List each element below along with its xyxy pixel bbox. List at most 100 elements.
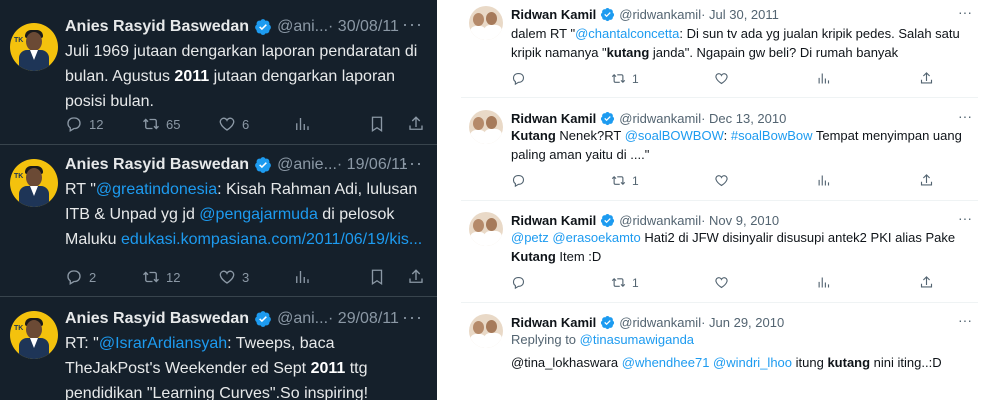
tweet-text-segment: RT: " bbox=[65, 335, 99, 352]
replying-to-link[interactable]: @tinasumawiganda bbox=[580, 332, 694, 347]
reply-button[interactable]: 2 bbox=[65, 268, 96, 286]
bookmark-button[interactable] bbox=[368, 115, 392, 133]
tweet-date[interactable]: · Dec 13, 2010 bbox=[701, 111, 786, 126]
views-button[interactable] bbox=[816, 173, 837, 188]
tweet-date[interactable]: · 30/08/11 bbox=[328, 18, 399, 36]
retweet-icon bbox=[143, 271, 159, 283]
author-name[interactable]: Anies Rasyid Baswedan bbox=[65, 310, 249, 328]
like-button[interactable]: 6 bbox=[218, 115, 249, 133]
more-icon[interactable]: ··· bbox=[958, 210, 972, 226]
bookmark-icon bbox=[371, 269, 383, 286]
like-count: 3 bbox=[242, 269, 250, 285]
reply-button[interactable] bbox=[511, 71, 532, 86]
views-button[interactable] bbox=[816, 71, 837, 86]
reply-button[interactable] bbox=[511, 275, 532, 290]
avatar[interactable] bbox=[469, 6, 503, 40]
author-handle[interactable]: @ridwankamil bbox=[619, 7, 701, 22]
share-icon bbox=[409, 269, 423, 283]
reply-button[interactable] bbox=[511, 173, 532, 188]
share-button[interactable] bbox=[407, 268, 431, 286]
share-button[interactable] bbox=[407, 115, 431, 133]
avatar[interactable] bbox=[469, 314, 503, 348]
more-icon[interactable]: ··· bbox=[958, 4, 972, 20]
author-name[interactable]: Ridwan Kamil bbox=[511, 111, 596, 126]
tweet-text-segment: Nenek?RT bbox=[555, 128, 625, 143]
tweet-date[interactable]: · 19/06/11 bbox=[337, 156, 408, 174]
views-button[interactable] bbox=[293, 268, 317, 286]
bookmark-icon bbox=[371, 116, 383, 133]
share-button[interactable] bbox=[919, 275, 940, 290]
share-button[interactable] bbox=[919, 71, 940, 86]
tweet-link[interactable]: @IsrarArdiansyah bbox=[99, 335, 227, 352]
tweet[interactable]: TK Anies Rasyid Baswedan @ani... · 30/08… bbox=[0, 0, 437, 145]
like-count: 6 bbox=[242, 116, 250, 132]
author-handle[interactable]: @ridwankamil bbox=[619, 111, 701, 126]
tweet[interactable]: TK Anies Rasyid Baswedan @ani... · 29/08… bbox=[0, 297, 437, 400]
like-button[interactable] bbox=[714, 71, 735, 86]
share-button[interactable] bbox=[919, 173, 940, 188]
tweet[interactable]: TK Anies Rasyid Baswedan @anie... · 19/0… bbox=[0, 145, 437, 297]
replying-to-label: Replying to bbox=[511, 332, 580, 347]
more-icon[interactable]: ··· bbox=[958, 312, 972, 328]
tweet-link[interactable]: @petz bbox=[511, 230, 549, 245]
tweet[interactable]: Ridwan Kamil @ridwankamil · Nov 9, 2010 … bbox=[461, 206, 978, 303]
tweet-date[interactable]: · Nov 9, 2010 bbox=[701, 213, 779, 228]
tweet-text-bold: 2011 bbox=[310, 360, 346, 377]
more-icon[interactable]: ··· bbox=[402, 153, 423, 174]
avatar[interactable]: TK bbox=[10, 159, 58, 207]
author-name[interactable]: Ridwan Kamil bbox=[511, 315, 596, 330]
author-handle[interactable]: @anie... bbox=[277, 156, 337, 174]
tweet-link[interactable]: @chantalconcetta bbox=[575, 26, 679, 41]
tweet-link[interactable]: @whendhee71 bbox=[622, 355, 710, 370]
reply-button[interactable]: 12 bbox=[65, 115, 103, 133]
like-icon bbox=[715, 73, 728, 85]
tweet-date[interactable]: · Jul 30, 2011 bbox=[701, 7, 779, 22]
verified-badge-icon bbox=[255, 19, 271, 35]
more-icon[interactable]: ··· bbox=[402, 14, 423, 35]
avatar[interactable]: TK bbox=[10, 23, 58, 71]
author-handle[interactable]: @ridwankamil bbox=[619, 213, 701, 228]
author-name[interactable]: Anies Rasyid Baswedan bbox=[65, 156, 249, 174]
more-icon[interactable]: ··· bbox=[402, 307, 423, 328]
like-button[interactable] bbox=[714, 173, 735, 188]
retweet-button[interactable]: 12 bbox=[142, 268, 180, 286]
tweet[interactable]: Ridwan Kamil @ridwankamil · Dec 13, 2010… bbox=[461, 104, 978, 201]
more-icon[interactable]: ··· bbox=[958, 108, 972, 124]
author-handle[interactable]: @ani... bbox=[277, 18, 328, 36]
bookmark-button[interactable] bbox=[368, 268, 392, 286]
tweet-text-segment: dalem RT " bbox=[511, 26, 576, 41]
author-name[interactable]: Anies Rasyid Baswedan bbox=[65, 18, 249, 36]
avatar[interactable] bbox=[469, 212, 503, 246]
avatar[interactable]: TK bbox=[10, 311, 58, 359]
tweet-link[interactable]: @erasoekamto bbox=[552, 230, 640, 245]
reply-icon bbox=[512, 276, 525, 290]
author-handle[interactable]: @ani... bbox=[277, 310, 328, 328]
tweet[interactable]: Ridwan Kamil @ridwankamil · Jul 30, 2011… bbox=[461, 0, 978, 98]
tweet-link[interactable]: edukasi.kompasiana.com/2011/06/19/kis... bbox=[121, 231, 422, 248]
views-button[interactable] bbox=[293, 115, 317, 133]
tweet-link[interactable]: @windri_lhoo bbox=[713, 355, 792, 370]
tweet-link[interactable]: @pengajarmuda bbox=[199, 206, 318, 223]
tweet[interactable]: Ridwan Kamil @ridwankamil · Jun 29, 2010… bbox=[461, 308, 978, 400]
tweet-date[interactable]: · 29/08/11 bbox=[328, 310, 399, 328]
tweet-link[interactable]: @greatindonesia bbox=[96, 181, 217, 198]
tweet-link[interactable]: #soalBowBow bbox=[731, 128, 813, 143]
retweet-button[interactable]: 1 bbox=[611, 173, 639, 188]
avatar[interactable] bbox=[469, 110, 503, 144]
author-name[interactable]: Ridwan Kamil bbox=[511, 213, 596, 228]
share-icon bbox=[920, 276, 933, 288]
share-icon bbox=[409, 116, 423, 130]
tweet-actions: 12 65 6 bbox=[65, 115, 425, 135]
retweet-button[interactable]: 1 bbox=[611, 71, 639, 86]
tweet-text: @petz @erasoekamto Hati2 di JFW disinyal… bbox=[511, 228, 976, 266]
like-button[interactable]: 3 bbox=[218, 268, 249, 286]
tweet-date[interactable]: · Jun 29, 2010 bbox=[701, 315, 784, 330]
author-name[interactable]: Ridwan Kamil bbox=[511, 7, 596, 22]
retweet-count: 1 bbox=[632, 173, 639, 188]
like-button[interactable] bbox=[714, 275, 735, 290]
author-handle[interactable]: @ridwankamil bbox=[619, 315, 701, 330]
retweet-button[interactable]: 1 bbox=[611, 275, 639, 290]
retweet-button[interactable]: 65 bbox=[142, 115, 180, 133]
views-button[interactable] bbox=[816, 275, 837, 290]
tweet-link[interactable]: @soalBOWBOW bbox=[625, 128, 724, 143]
